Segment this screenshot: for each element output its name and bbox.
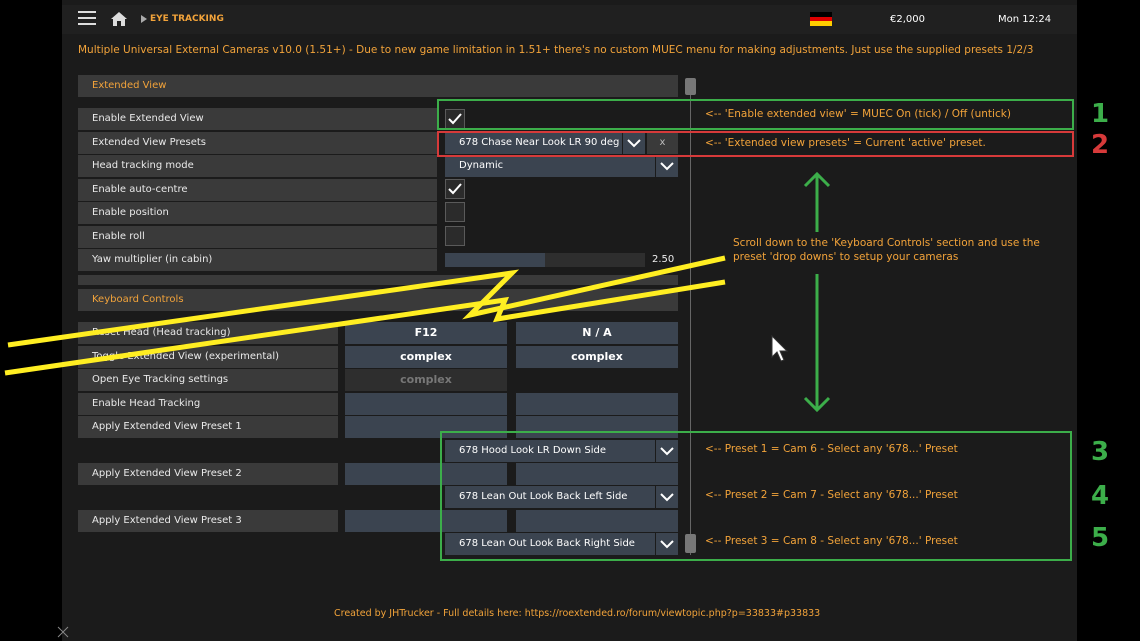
germany-flag-icon [810,12,832,26]
annotation-number-2: 2 [1091,130,1110,160]
annotation-note-5: <-- Preset 3 = Cam 8 - Select any '678..… [705,535,958,547]
head-tracking-mode-chevron[interactable] [656,155,678,177]
annotation-note-1: <-- 'Enable extended view' = MUEC On (ti… [705,108,1011,120]
enable-position-checkbox[interactable] [445,202,465,222]
checkmark-icon [448,183,462,195]
close-icon[interactable] [57,626,69,638]
mod-banner: Multiple Universal External Cameras v10.… [78,44,1034,56]
page-title: EYE TRACKING [150,14,224,24]
annotation-note-3: <-- Preset 1 = Cam 6 - Select any '678..… [705,443,958,455]
section-extended-view: Extended View [78,75,678,97]
footer-credit: Created by JHTrucker - Full details here… [334,608,821,619]
label-preset-2: Apply Extended View Preset 2 [78,463,338,485]
enable-head-secondary-key[interactable] [516,393,678,415]
scrollbar-thumb-top[interactable] [685,78,696,95]
annotation-scroll-note-2: preset 'drop downs' to setup your camera… [733,251,959,263]
annotation-number-1: 1 [1091,99,1110,129]
menu-icon[interactable] [78,11,96,27]
label-extended-view-presets: Extended View Presets [78,132,437,154]
annotation-note-4: <-- Preset 2 = Cam 7 - Select any '678..… [705,489,958,501]
scroll-break-lines-icon [4,255,726,376]
mouse-cursor-icon [771,335,789,362]
breadcrumb-chevron-icon [141,15,147,23]
annotation-scroll-note-1: Scroll down to the 'Keyboard Controls' s… [733,237,1040,249]
home-icon[interactable] [110,11,128,27]
label-enable-extended-view: Enable Extended View [78,108,437,130]
annotation-number-5: 5 [1091,523,1110,553]
enable-head-primary-key[interactable] [345,393,507,415]
chevron-down-icon [660,162,674,171]
head-tracking-mode-dropdown[interactable]: Dynamic [445,155,655,177]
label-preset-3: Apply Extended View Preset 3 [78,510,338,532]
money-display: €2,000 [890,14,925,25]
label-preset-1: Apply Extended View Preset 1 [78,416,338,438]
enable-auto-centre-checkbox[interactable] [445,179,465,199]
label-enable-position: Enable position [78,202,437,224]
double-arrow-icon [803,171,831,413]
label-enable-head-tracking: Enable Head Tracking [78,393,338,415]
annotation-number-4: 4 [1091,481,1110,511]
annotation-note-2: <-- 'Extended view presets' = Current 'a… [705,137,986,149]
annotation-number-3: 3 [1091,437,1110,467]
enable-roll-checkbox[interactable] [445,226,465,246]
clock-display: Mon 12:24 [998,14,1052,25]
label-head-tracking-mode: Head tracking mode [78,155,437,177]
label-enable-auto-centre: Enable auto-centre [78,179,437,201]
